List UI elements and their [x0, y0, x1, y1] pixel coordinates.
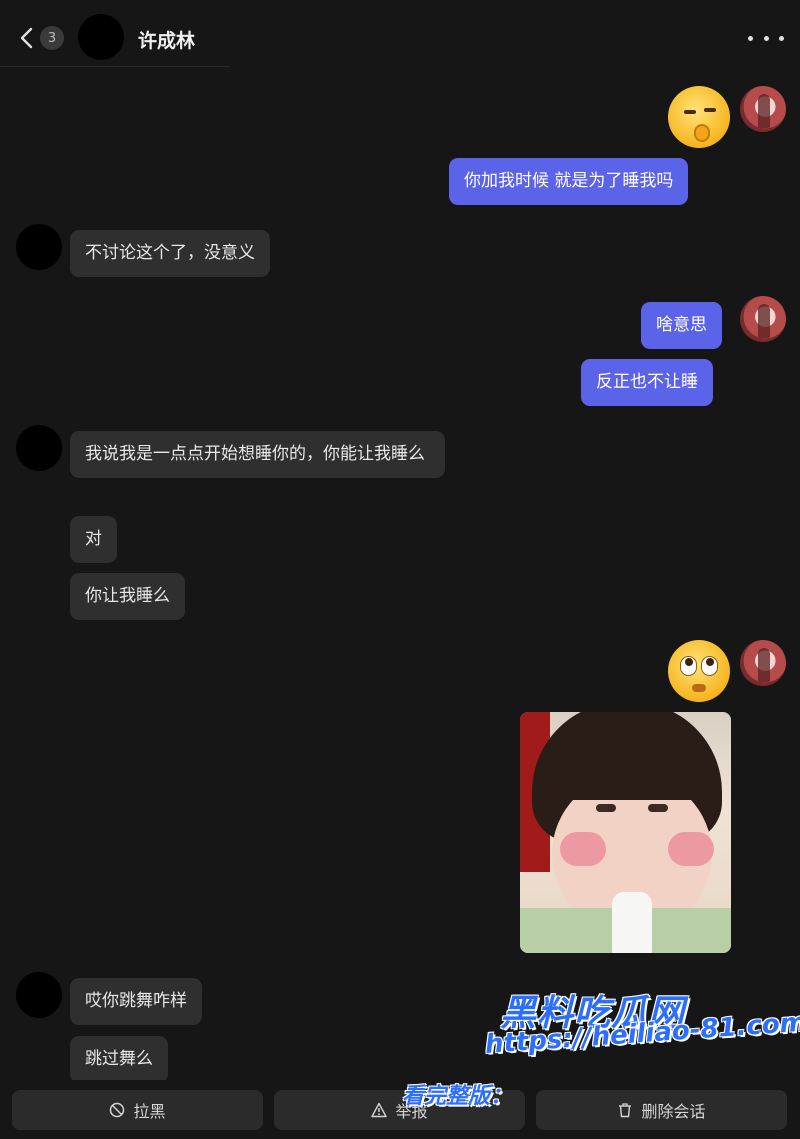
- message-bubble-incoming[interactable]: 不讨论这个了，没意义: [70, 230, 270, 277]
- my-avatar[interactable]: [740, 296, 786, 342]
- warning-icon: [371, 1102, 388, 1118]
- chat-header: 3 许成林: [0, 0, 800, 74]
- message-bubble-incoming[interactable]: 哎你跳舞咋样: [70, 978, 202, 1025]
- chevron-left-icon: [20, 27, 33, 49]
- message-bubble-outgoing[interactable]: 反正也不让睡: [581, 359, 713, 406]
- header-divider: [0, 66, 230, 67]
- watermark: 黑料吃瓜网 https://heiliao-81.com 看完整版：: [400, 980, 800, 1130]
- photo-message[interactable]: [520, 712, 731, 953]
- block-button[interactable]: 拉黑: [12, 1090, 263, 1130]
- shush-face-emoji: [668, 86, 730, 148]
- back-button[interactable]: 3: [18, 22, 68, 54]
- message-bubble-outgoing[interactable]: 你加我时候 就是为了睡我吗: [449, 158, 689, 205]
- unread-count-badge: 3: [40, 26, 64, 50]
- contact-name: 许成林: [138, 30, 196, 52]
- more-dot-icon: [779, 35, 784, 41]
- contact-avatar[interactable]: [16, 224, 62, 270]
- eye-roll-face-emoji: [668, 640, 730, 702]
- message-bubble-outgoing[interactable]: 啥意思: [641, 302, 722, 349]
- block-icon: [110, 1102, 125, 1118]
- block-label: 拉黑: [133, 1102, 166, 1121]
- contact-avatar[interactable]: [78, 14, 124, 60]
- more-options-button[interactable]: [748, 24, 784, 52]
- more-dot-icon: [748, 35, 753, 41]
- contact-avatar[interactable]: [16, 425, 62, 471]
- message-bubble-incoming[interactable]: 你让我睡么: [70, 573, 185, 620]
- contact-avatar[interactable]: [16, 972, 62, 1018]
- message-bubble-incoming[interactable]: 对: [70, 516, 117, 563]
- my-avatar[interactable]: [740, 640, 786, 686]
- message-bubble-incoming[interactable]: 跳过舞么: [70, 1036, 168, 1083]
- watermark-prefix: 看完整版：: [402, 1084, 513, 1109]
- message-bubble-incoming[interactable]: 我说我是一点点开始想睡你的，你能让我睡么: [70, 431, 445, 478]
- my-avatar[interactable]: [740, 86, 786, 132]
- more-dot-icon: [763, 35, 769, 41]
